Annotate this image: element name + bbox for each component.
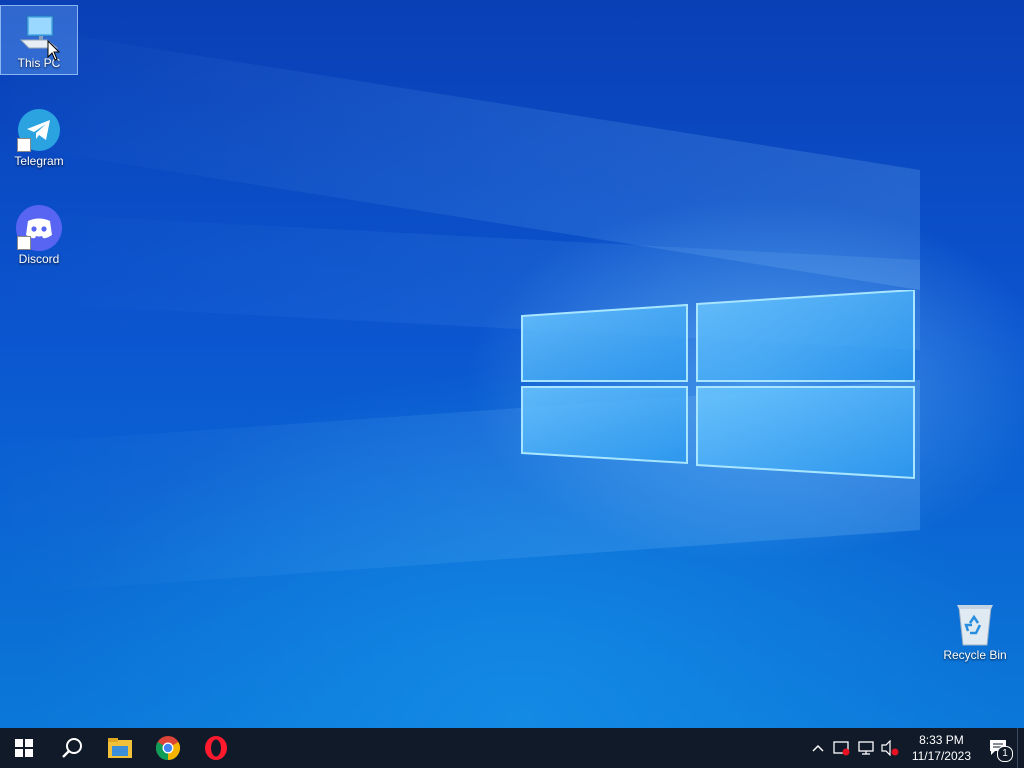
desktop-background[interactable]: This PC Telegram Discord Recycle Bin — [0, 0, 1024, 728]
network-tray-button[interactable] — [854, 728, 878, 768]
network-icon — [858, 741, 874, 755]
search-icon — [62, 738, 82, 758]
discord-desktop-icon[interactable]: Discord — [1, 202, 77, 270]
volume-tray-button[interactable] — [878, 728, 902, 768]
chrome-taskbar-button[interactable] — [144, 728, 192, 768]
show-desktop-button[interactable] — [1017, 728, 1024, 768]
taskbar: 8:33 PM 11/17/2023 1 — [0, 728, 1024, 768]
recycle-bin-label: Recycle Bin — [943, 648, 1007, 662]
notification-count-badge: 1 — [997, 746, 1013, 762]
discord-icon — [15, 205, 63, 251]
this-pc-desktop-icon[interactable]: This PC — [0, 5, 78, 75]
recycle-bin-icon — [951, 602, 999, 646]
opera-icon — [205, 736, 227, 760]
file-explorer-taskbar-button[interactable] — [96, 728, 144, 768]
clock-time: 8:33 PM — [919, 733, 964, 747]
volume-muted-icon — [881, 740, 899, 756]
shortcut-arrow-icon — [17, 236, 31, 250]
action-center-button[interactable]: 1 — [981, 728, 1017, 768]
chevron-up-icon — [812, 744, 824, 752]
clock[interactable]: 8:33 PM 11/17/2023 — [902, 732, 981, 764]
telegram-icon — [15, 108, 63, 152]
file-explorer-icon — [108, 738, 132, 758]
windows-logo — [521, 290, 915, 480]
telegram-desktop-icon[interactable]: Telegram — [1, 104, 77, 172]
show-hidden-icons-button[interactable] — [806, 728, 830, 768]
clock-date: 11/17/2023 — [911, 749, 971, 763]
search-button[interactable] — [48, 728, 96, 768]
shortcut-arrow-icon — [17, 138, 31, 152]
opera-taskbar-button[interactable] — [192, 728, 240, 768]
discord-label: Discord — [18, 252, 60, 266]
recycle-bin-desktop-icon[interactable]: Recycle Bin — [937, 598, 1013, 666]
system-tray: 8:33 PM 11/17/2023 1 — [806, 728, 1024, 768]
chrome-icon — [156, 736, 180, 760]
security-warning-icon — [833, 741, 850, 756]
windows-start-icon — [15, 739, 33, 757]
start-button[interactable] — [0, 728, 48, 768]
telegram-label: Telegram — [14, 154, 64, 168]
mouse-cursor-icon — [47, 40, 61, 61]
security-tray-button[interactable] — [830, 728, 854, 768]
